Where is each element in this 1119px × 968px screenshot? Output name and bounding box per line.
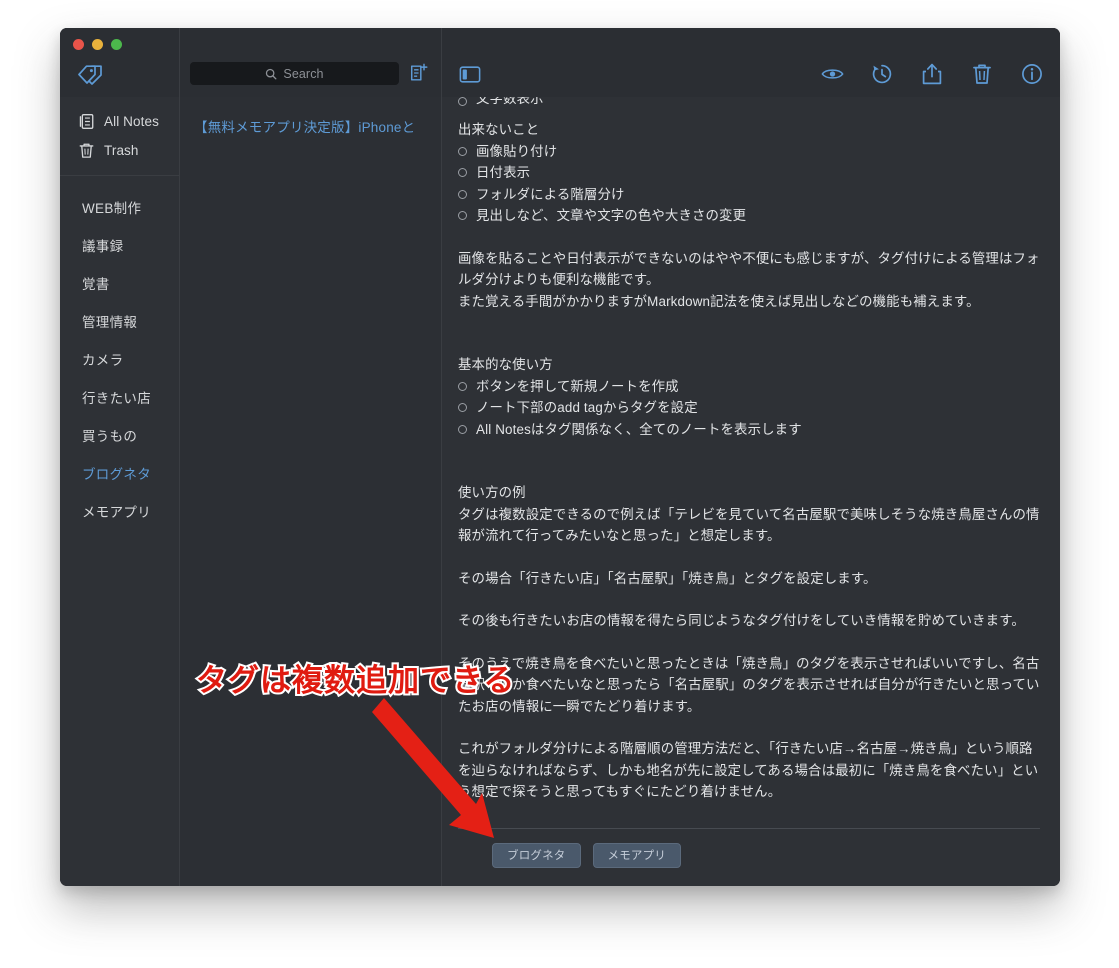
preview-eye-icon[interactable]	[820, 62, 844, 86]
bullet-icon	[458, 211, 467, 220]
note-editor-scroll[interactable]: 文字数表示 出来ないこと 画像貼り付け 日付表示 フォルダによる階層分け 見出し…	[442, 97, 1060, 828]
sidebar-toggle-icon[interactable]	[458, 62, 482, 86]
sidebar-tag-camera[interactable]: カメラ	[60, 340, 179, 378]
window-body: All Notes Trash WEB制作 議事録 覚書 管理情報 カメラ 行き…	[60, 97, 1060, 886]
delete-icon[interactable]	[970, 62, 994, 86]
note-paragraph: これがフォルダ分けによる階層順の管理方法だと、「行きたい店→名古屋→焼き鳥」とい…	[458, 741, 1039, 799]
history-icon[interactable]	[870, 62, 894, 86]
note-tag-list: ブログネタ メモアプリ	[458, 843, 1040, 868]
sidebar-tag-blog-idea[interactable]: ブログネタ	[60, 454, 179, 492]
note-editor[interactable]: 文字数表示 出来ないこと 画像貼り付け 日付表示 フォルダによる階層分け 見出し…	[442, 97, 1060, 886]
note-bullet: ノート下部のadd tagからタグを設定	[458, 397, 1040, 419]
minimize-window-button[interactable]	[92, 39, 103, 50]
sidebar-tag-admin-info[interactable]: 管理情報	[60, 302, 179, 340]
note-paragraph: 画像を貼ることや日付表示ができないのはやや不便にも感じますが、タグ付けによる管理…	[458, 250, 1040, 288]
sidebar-item-label: All Notes	[104, 114, 159, 129]
note-heading: 使い方の例	[458, 485, 526, 500]
sidebar-tag-memo-app[interactable]: メモアプリ	[60, 492, 179, 530]
search-input[interactable]: Search	[190, 62, 399, 85]
info-icon[interactable]	[1020, 62, 1044, 86]
clipped-top-line: 文字数表示	[458, 97, 1040, 108]
note-heading: 出来ないこと	[458, 122, 540, 137]
sidebar: All Notes Trash WEB制作 議事録 覚書 管理情報 カメラ 行き…	[60, 97, 180, 886]
bullet-icon	[458, 97, 467, 107]
sidebar-tag-web[interactable]: WEB制作	[60, 188, 179, 226]
note-footer: ブログネタ メモアプリ	[442, 828, 1060, 886]
sidebar-tag-want-to-go[interactable]: 行きたい店	[60, 378, 179, 416]
note-paragraph: その場合「行きたい店」「名古屋駅」「焼き鳥」とタグを設定します。	[458, 570, 877, 586]
search-placeholder: Search	[283, 66, 324, 81]
sidebar-item-all-notes[interactable]: All Notes	[60, 107, 179, 136]
note-paragraph: その後も行きたいお店の情報を得たら同じようなタグ付けをしていき情報を貯めていきま…	[458, 613, 1025, 628]
new-note-icon[interactable]	[407, 61, 431, 85]
note-bullet: フォルダによる階層分け	[458, 184, 1040, 206]
sidebar-divider	[60, 175, 179, 176]
bear-notes-window: Search All Notes Trash WEB制作 議事録 覚書 管理情報…	[60, 28, 1060, 886]
note-paragraph: タグは複数設定できるので例えば「テレビを見ていて名古屋駅で美味しそうな焼き鳥屋さ…	[458, 506, 1040, 544]
note-heading: 基本的な使い方	[458, 357, 553, 372]
sidebar-item-label: Trash	[104, 143, 139, 158]
note-paragraph: そのうえで焼き鳥を食べたいと思ったときは「焼き鳥」のタグを表示させればいいですし…	[458, 655, 1040, 714]
notes-icon	[79, 114, 94, 129]
note-bullet: All Notesはタグ関係なく、全てのノートを表示します	[458, 419, 1040, 441]
bullet-icon	[458, 189, 467, 199]
footer-divider	[458, 828, 1040, 829]
sidebar-tag-minutes[interactable]: 議事録	[60, 226, 179, 264]
titlebar-notelist-section: Search	[180, 28, 442, 97]
search-icon	[266, 68, 277, 79]
note-list: 【無料メモアプリ決定版】iPhoneと	[180, 97, 442, 886]
note-body: 出来ないこと 画像貼り付け 日付表示 フォルダによる階層分け 見出しなど、文章や…	[458, 108, 1040, 803]
titlebar-editor-section	[442, 28, 1060, 97]
note-tag-chip[interactable]: メモアプリ	[592, 843, 681, 868]
note-bullet: 見出しなど、文章や文字の色や大きさの変更	[458, 205, 1040, 227]
window-titlebar: Search	[60, 28, 1060, 97]
bullet-icon	[458, 424, 467, 434]
sidebar-tag-to-buy[interactable]: 買うもの	[60, 416, 179, 454]
note-bullet: 画像貼り付け	[458, 141, 1040, 163]
trash-icon	[79, 143, 94, 158]
editor-toolbar-actions	[820, 62, 1044, 86]
note-list-item[interactable]: 【無料メモアプリ決定版】iPhoneと	[180, 103, 441, 149]
traffic-lights	[73, 39, 122, 50]
page-root: Search All Notes Trash WEB制作 議事録 覚書 管理情報…	[0, 0, 1119, 968]
note-bullet: 日付表示	[458, 162, 1040, 184]
tag-icon[interactable]	[74, 61, 108, 89]
bullet-icon	[458, 168, 467, 177]
share-icon[interactable]	[920, 62, 944, 86]
bullet-icon	[458, 146, 467, 156]
note-tag-chip[interactable]: ブログネタ	[492, 843, 581, 868]
sidebar-item-trash[interactable]: Trash	[60, 136, 179, 165]
sidebar-tag-memo[interactable]: 覚書	[60, 264, 179, 302]
bullet-icon	[458, 403, 467, 412]
note-bullet: ボタンを押して新規ノートを作成	[458, 376, 1040, 398]
titlebar-sidebar-section	[60, 28, 180, 97]
maximize-window-button[interactable]	[111, 39, 122, 50]
note-paragraph: また覚える手間がかかりますがMarkdown記法を使えば見出しなどの機能も補えま…	[458, 293, 980, 309]
close-window-button[interactable]	[73, 39, 84, 50]
bullet-icon	[458, 381, 467, 391]
